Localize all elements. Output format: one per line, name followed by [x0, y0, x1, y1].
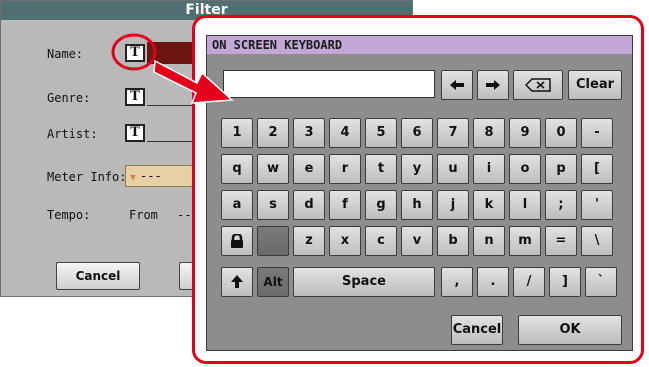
caps-lock-button[interactable]: [221, 226, 253, 256]
key-row5-2[interactable]: /: [513, 267, 545, 297]
left-arrow-icon: [450, 79, 464, 90]
shift-button[interactable]: [221, 267, 253, 297]
key-row3-5[interactable]: h: [401, 190, 433, 220]
key-row1-10[interactable]: -: [581, 118, 613, 148]
key-row3-10[interactable]: ': [581, 190, 613, 220]
tempo-from-value[interactable]: --: [177, 208, 191, 222]
key-row4-8[interactable]: \: [581, 226, 613, 256]
key-row2-2[interactable]: e: [293, 154, 325, 184]
keyboard-text-input[interactable]: [223, 70, 435, 98]
key-row1-3[interactable]: 4: [329, 118, 361, 148]
blank-key[interactable]: [257, 226, 289, 256]
key-row3-2[interactable]: d: [293, 190, 325, 220]
filter-cancel-button[interactable]: Cancel: [56, 262, 140, 290]
clear-button[interactable]: Clear: [568, 70, 622, 100]
lock-icon: [231, 232, 243, 248]
artist-label: Artist:: [47, 127, 98, 141]
key-row2-4[interactable]: t: [365, 154, 397, 184]
key-row2-6[interactable]: u: [437, 154, 469, 184]
genre-label: Genre:: [47, 91, 91, 105]
key-row1-5[interactable]: 6: [401, 118, 433, 148]
name-label: Name:: [47, 47, 84, 61]
key-row5-1[interactable]: .: [477, 267, 509, 297]
key-row2-5[interactable]: y: [401, 154, 433, 184]
key-row1-2[interactable]: 3: [293, 118, 325, 148]
key-row1-7[interactable]: 8: [473, 118, 505, 148]
dropdown-arrow-icon: ▼: [130, 173, 136, 183]
key-row2-0[interactable]: q: [221, 154, 253, 184]
key-row3-9[interactable]: ;: [545, 190, 577, 220]
space-button[interactable]: Space: [293, 267, 435, 297]
key-row3-6[interactable]: j: [437, 190, 469, 220]
genre-text-edit-button[interactable]: T: [125, 88, 145, 106]
cursor-right-button[interactable]: [477, 70, 509, 100]
meter-info-value: ---: [140, 169, 162, 183]
key-row1-8[interactable]: 9: [509, 118, 541, 148]
shift-up-arrow-icon: [231, 275, 243, 288]
key-row5-0[interactable]: ,: [441, 267, 473, 297]
key-row4-0[interactable]: z: [293, 226, 325, 256]
on-screen-keyboard: ON SCREEN KEYBOARD Clear 1234567890- qwer…: [206, 35, 633, 351]
right-arrow-icon: [486, 79, 500, 90]
key-row3-4[interactable]: g: [365, 190, 397, 220]
key-row4-1[interactable]: x: [329, 226, 361, 256]
key-row2-7[interactable]: i: [473, 154, 505, 184]
key-row3-7[interactable]: k: [473, 190, 505, 220]
tempo-label: Tempo:: [47, 208, 91, 222]
key-row1-0[interactable]: 1: [221, 118, 253, 148]
cursor-left-button[interactable]: [441, 70, 473, 100]
key-row4-5[interactable]: n: [473, 226, 505, 256]
key-row3-1[interactable]: s: [257, 190, 289, 220]
key-row1-6[interactable]: 7: [437, 118, 469, 148]
key-row5-3[interactable]: ]: [549, 267, 581, 297]
backspace-icon: [524, 77, 551, 92]
key-row2-8[interactable]: o: [509, 154, 541, 184]
key-row4-7[interactable]: =: [545, 226, 577, 256]
key-row4-6[interactable]: m: [509, 226, 541, 256]
key-row1-4[interactable]: 5: [365, 118, 397, 148]
alt-button[interactable]: Alt: [257, 267, 289, 297]
key-row1-9[interactable]: 0: [545, 118, 577, 148]
tempo-from-label: From: [129, 208, 158, 222]
key-row3-0[interactable]: a: [221, 190, 253, 220]
key-row1-1[interactable]: 2: [257, 118, 289, 148]
key-row2-1[interactable]: w: [257, 154, 289, 184]
artist-text-edit-button[interactable]: T: [125, 124, 145, 142]
keyboard-title: ON SCREEN KEYBOARD: [207, 36, 632, 54]
backspace-button[interactable]: [513, 70, 563, 100]
key-row2-10[interactable]: [: [581, 154, 613, 184]
key-row5-4[interactable]: `: [585, 267, 617, 297]
key-row2-9[interactable]: p: [545, 154, 577, 184]
key-row2-3[interactable]: r: [329, 154, 361, 184]
key-row3-3[interactable]: f: [329, 190, 361, 220]
key-row4-3[interactable]: v: [401, 226, 433, 256]
key-row3-8[interactable]: l: [509, 190, 541, 220]
name-text-edit-button[interactable]: T: [125, 44, 145, 62]
meter-info-label: Meter Info:: [47, 170, 127, 184]
keyboard-ok-button[interactable]: OK: [518, 315, 622, 345]
key-row4-4[interactable]: b: [437, 226, 469, 256]
keyboard-cancel-button[interactable]: Cancel: [451, 315, 503, 345]
key-row4-2[interactable]: c: [365, 226, 397, 256]
